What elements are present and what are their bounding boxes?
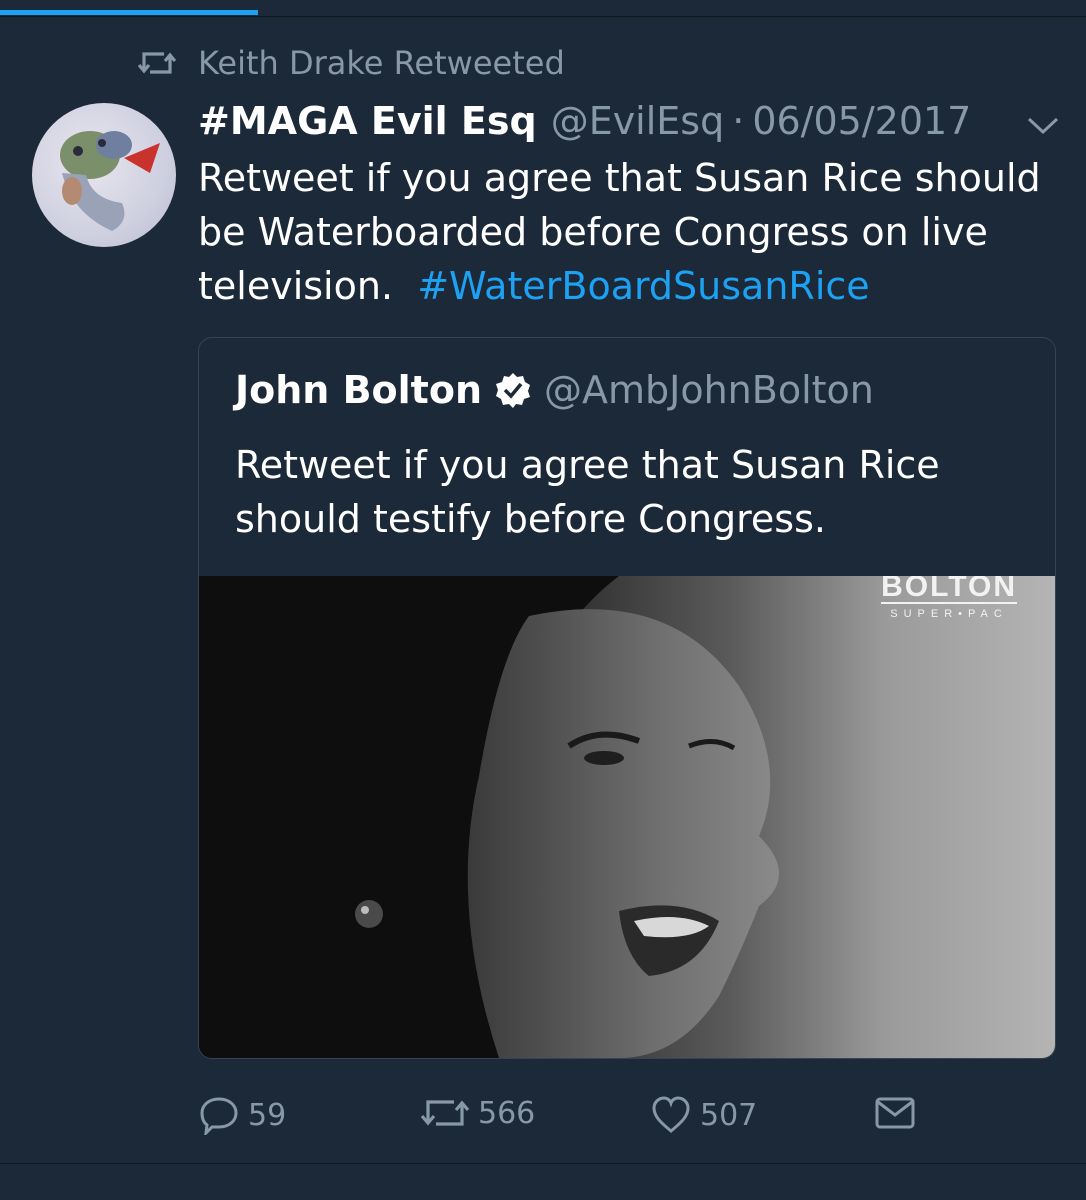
chevron-down-icon[interactable] [1026, 113, 1060, 137]
quoted-author-handle: @AmbJohnBolton [544, 368, 874, 412]
direct-message-button[interactable] [874, 1095, 924, 1131]
avatar-image [60, 131, 160, 231]
like-button[interactable]: 507 [650, 1095, 757, 1135]
hashtag-link[interactable]: #WaterBoardSusanRice [417, 264, 869, 308]
retweet-icon [138, 52, 176, 74]
logo-sub-text: SUPER•PAC [890, 608, 1008, 620]
quoted-tweet-text: Retweet if you agree that Susan Rice sho… [235, 443, 940, 541]
quoted-tweet-header: John Bolton @AmbJohnBolton [235, 368, 874, 412]
bolton-pac-logo: BOLTON SUPER•PAC [881, 576, 1017, 620]
avatar[interactable] [32, 103, 176, 247]
retweet-count: 566 [478, 1095, 536, 1131]
tweet-header: #MAGA Evil Esq @EvilEsq · 06/05/2017 [198, 99, 971, 147]
tweet-text: Retweet if you agree that Susan Rice sho… [198, 151, 1058, 313]
quoted-tweet-image[interactable]: BOLTON SUPER•PAC [199, 576, 1055, 1058]
envelope-icon [875, 1097, 915, 1129]
loading-progress-track [0, 0, 1086, 17]
retweet-action-icon [420, 1100, 470, 1126]
heart-icon [652, 1096, 690, 1133]
tweet-date[interactable]: 06/05/2017 [752, 99, 971, 143]
loading-progress-fill [0, 10, 258, 15]
retweet-button[interactable]: 566 [420, 1095, 535, 1131]
author-handle[interactable]: @EvilEsq [551, 99, 725, 143]
header-separator: · [732, 99, 745, 143]
reply-count: 59 [248, 1097, 287, 1133]
reply-button[interactable]: 59 [198, 1095, 286, 1135]
like-count: 507 [700, 1097, 758, 1133]
logo-main-text: BOLTON [881, 576, 1017, 604]
verified-badge-icon [496, 373, 530, 408]
author-display-name[interactable]: #MAGA Evil Esq [198, 99, 537, 143]
tweet[interactable]: Keith Drake Retweeted #MAGA Evil Esq @Ev… [0, 17, 1086, 1164]
retweet-context-label: Keith Drake Retweeted [198, 44, 565, 82]
quoted-author-name: John Bolton [235, 368, 482, 412]
tweet-actions: 59 566 507 [198, 1095, 1058, 1139]
retweet-context[interactable]: Keith Drake Retweeted [138, 44, 565, 82]
quoted-tweet[interactable]: John Bolton @AmbJohnBolton Retweet if yo… [198, 337, 1056, 1059]
reply-icon [200, 1097, 238, 1135]
portrait-photo [199, 576, 779, 1058]
